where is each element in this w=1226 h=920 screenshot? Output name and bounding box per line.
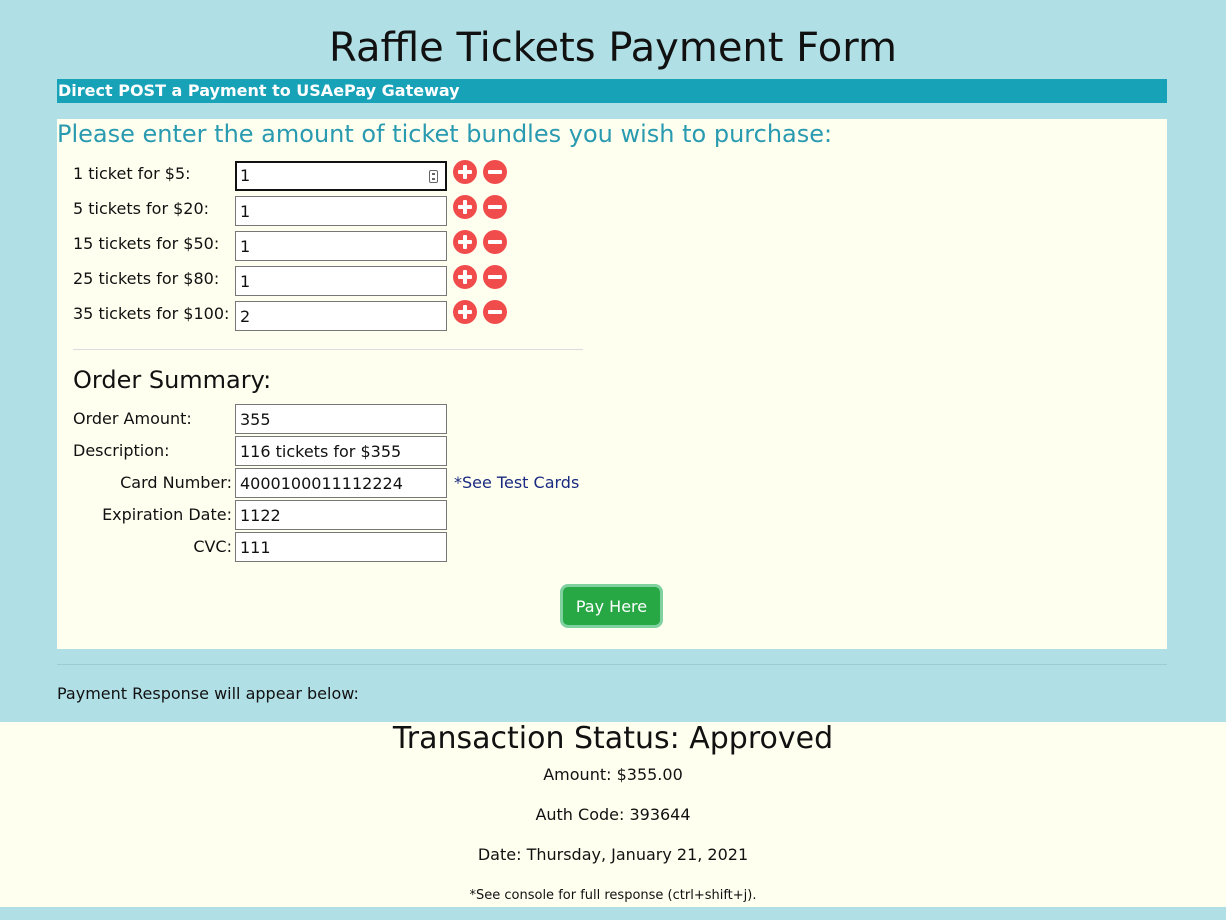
field-value: 1: [240, 166, 251, 185]
ticket-row-label: 5 tickets for $20:: [73, 199, 210, 218]
description-field[interactable]: [235, 436, 447, 466]
page-title: Raffle Tickets Payment Form: [329, 25, 897, 71]
transaction-status: Transaction Status: Approved: [392, 721, 834, 756]
section-divider: [73, 349, 583, 350]
ticket-row-label: 25 tickets for $80:: [73, 269, 220, 288]
payment-form-panel: Please enter the amount of ticket bundle…: [57, 119, 1167, 649]
card-number-label: Card Number:: [120, 473, 232, 492]
payment-response-label: Payment Response will appear below:: [57, 684, 359, 703]
ticket-row-label: 35 tickets for $100:: [73, 304, 230, 323]
ticket-25-minus-button[interactable]: [483, 265, 507, 289]
gateway-banner: Direct POST a Payment to USAePay Gateway: [57, 79, 1167, 103]
transaction-date: Date: Thursday, January 21, 2021: [477, 845, 749, 864]
ticket-1-minus-button[interactable]: [483, 160, 507, 184]
auth-code: Auth Code: 393644: [535, 805, 691, 824]
ticket-5-plus-button[interactable]: [453, 195, 477, 219]
cvc-field[interactable]: [235, 532, 447, 562]
ticket-5-minus-button[interactable]: [483, 195, 507, 219]
ticket-row-label: 1 ticket for $5:: [73, 164, 191, 183]
expiration-date-field[interactable]: [235, 500, 447, 530]
ticket-bundles-heading: Please enter the amount of ticket bundle…: [57, 120, 833, 148]
order-summary-heading: Order Summary:: [73, 366, 272, 394]
transaction-amount: Amount: $355.00: [543, 765, 683, 784]
bottom-divider: [57, 664, 1167, 665]
description-label: Description:: [73, 441, 170, 460]
ticket-15-plus-button[interactable]: [453, 230, 477, 254]
ticket-5-quantity-input[interactable]: [235, 196, 447, 226]
console-note: *See console for full response (ctrl+shi…: [469, 888, 757, 903]
order-amount-field[interactable]: [235, 404, 447, 434]
expiration-date-label: Expiration Date:: [102, 505, 232, 524]
ticket-25-plus-button[interactable]: [453, 265, 477, 289]
transaction-result-panel: Transaction Status: Approved Amount: $35…: [0, 722, 1226, 907]
pay-here-button[interactable]: Pay Here: [560, 584, 663, 628]
ticket-1-quantity-input[interactable]: 1: [235, 161, 447, 191]
card-number-field[interactable]: [235, 468, 447, 498]
ticket-15-quantity-input[interactable]: [235, 231, 447, 261]
see-test-cards-link[interactable]: *See Test Cards: [454, 473, 579, 493]
ticket-1-plus-button[interactable]: [453, 160, 477, 184]
ticket-35-quantity-input[interactable]: [235, 301, 447, 331]
contact-card-icon: [429, 170, 438, 183]
ticket-35-plus-button[interactable]: [453, 300, 477, 324]
ticket-15-minus-button[interactable]: [483, 230, 507, 254]
ticket-25-quantity-input[interactable]: [235, 266, 447, 296]
cvc-label: CVC:: [193, 537, 232, 556]
order-amount-label: Order Amount:: [73, 409, 192, 428]
ticket-35-minus-button[interactable]: [483, 300, 507, 324]
ticket-row-label: 15 tickets for $50:: [73, 234, 220, 253]
